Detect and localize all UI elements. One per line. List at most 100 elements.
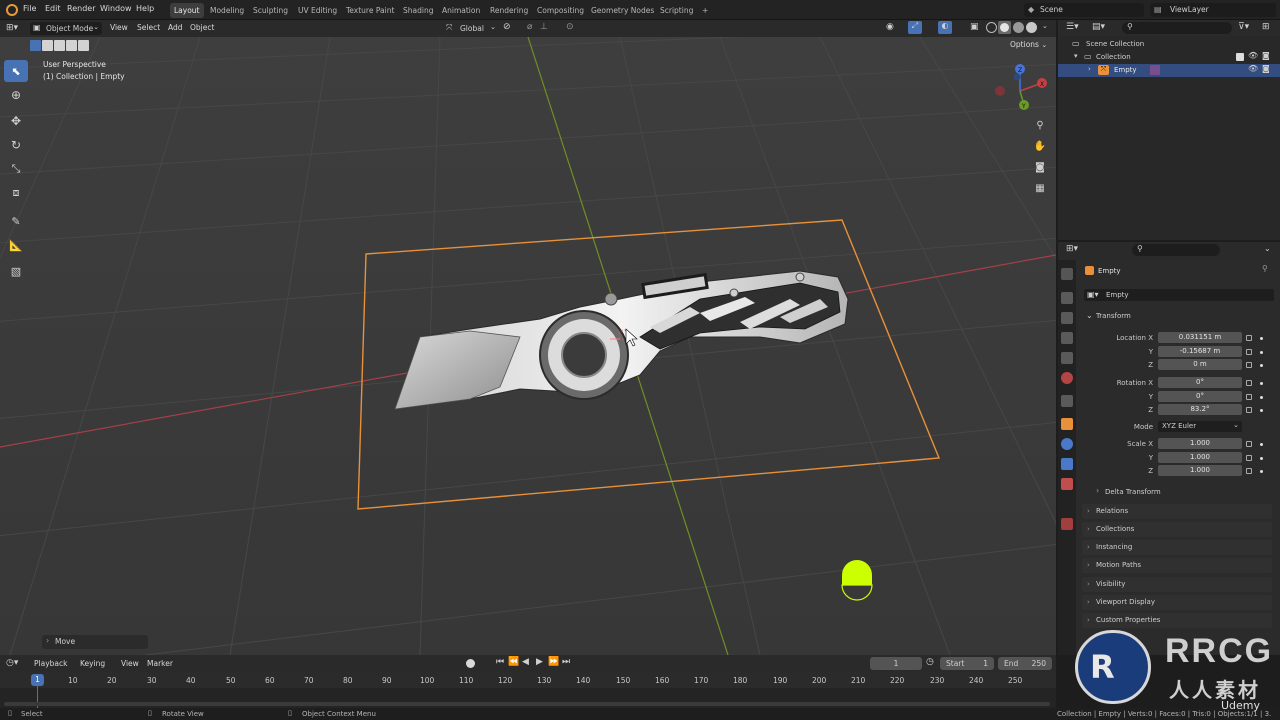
tab-uv-editing[interactable]: UV Editing (294, 3, 341, 18)
playhead[interactable]: 1 (31, 674, 44, 686)
jump-keyframe-back-icon[interactable]: ⏪ (508, 657, 519, 667)
menu-add[interactable]: Add (168, 23, 183, 32)
3d-viewport[interactable]: User Perspective (1) Collection | Empty … (0, 37, 1056, 655)
object-tab-icon[interactable] (1061, 418, 1073, 430)
transform-orientation-dropdown[interactable]: ⤧ Global ⌄ (444, 22, 496, 35)
lock-icon[interactable] (1246, 407, 1252, 413)
end-frame-field[interactable]: End 250 (998, 657, 1052, 670)
pin-icon[interactable]: ⚲ (1262, 264, 1268, 273)
xray-toggle-icon[interactable]: ▣ (970, 22, 979, 32)
texture-tab-icon[interactable] (1061, 518, 1073, 530)
keyframe-dot-icon[interactable] (1260, 470, 1263, 473)
lock-icon[interactable] (1246, 468, 1252, 474)
delta-transform-subpanel[interactable]: › Delta Transform (1092, 486, 1272, 499)
select-invert-icon[interactable] (66, 40, 77, 51)
scene-selector[interactable]: ◆ Scene (1024, 3, 1144, 17)
zoom-icon[interactable]: ⚲ (1031, 116, 1049, 134)
location-x-field[interactable]: 0.031151 m (1158, 332, 1242, 343)
shading-material-icon[interactable] (1013, 22, 1024, 33)
keyframe-dot-icon[interactable] (1260, 396, 1263, 399)
select-extend-icon[interactable] (42, 40, 53, 51)
timeline-area[interactable]: 1 10 20 30 40 50 60 70 80 90 100 110 120… (0, 672, 1056, 708)
menu-object[interactable]: Object (190, 23, 214, 32)
menu-edit[interactable]: Edit (45, 4, 61, 13)
outliner-editor-type-icon[interactable]: ☰▾ (1066, 22, 1079, 32)
keyframe-dot-icon[interactable] (1260, 443, 1263, 446)
pivot-point-icon[interactable]: ⊘ (503, 22, 511, 32)
tab-modeling[interactable]: Modeling (206, 3, 248, 18)
select-intersect-icon[interactable] (78, 40, 89, 51)
chevron-down-icon[interactable]: ⌄ (1042, 22, 1048, 30)
physics-tab-icon[interactable] (1061, 438, 1073, 450)
select-new-icon[interactable] (30, 40, 41, 51)
rotation-x-field[interactable]: 0° (1158, 377, 1242, 388)
motion-paths-panel[interactable]: Motion Paths (1082, 558, 1272, 573)
proportional-edit-icon[interactable]: ⊙ (566, 22, 574, 32)
menu-keying[interactable]: Keying (80, 659, 105, 668)
keyframe-dot-icon[interactable] (1260, 457, 1263, 460)
lock-icon[interactable] (1246, 394, 1252, 400)
location-z-field[interactable]: 0 m (1158, 359, 1242, 370)
play-icon[interactable]: ▶ (536, 657, 543, 667)
output-tab-icon[interactable] (1061, 312, 1073, 324)
outliner-row-empty[interactable]: › ⤧ Empty 👁 ◙ (1058, 64, 1280, 77)
scale-tool-icon[interactable]: ⤡ (4, 158, 28, 180)
rotate-tool-icon[interactable]: ↻ (4, 134, 28, 156)
jump-start-icon[interactable]: ⏮ (496, 657, 504, 667)
menu-render[interactable]: Render (67, 4, 95, 13)
blender-logo-icon[interactable] (6, 4, 18, 16)
keyframe-dot-icon[interactable] (1260, 409, 1263, 412)
lock-icon[interactable] (1246, 441, 1252, 447)
selection-mode-buttons[interactable] (30, 40, 92, 51)
annotate-tool-icon[interactable]: ✎ (4, 210, 28, 232)
rotation-y-field[interactable]: 0° (1158, 391, 1242, 402)
menu-window[interactable]: Window (100, 4, 132, 13)
menu-help[interactable]: Help (136, 4, 154, 13)
tool-tab-icon[interactable] (1061, 268, 1073, 280)
play-reverse-icon[interactable]: ◀ (522, 657, 529, 667)
editor-type-button[interactable]: ⊞▾ (6, 23, 26, 35)
start-frame-field[interactable]: Start 1 (940, 657, 994, 670)
menu-file[interactable]: File (23, 4, 36, 13)
world-tab-icon[interactable] (1061, 372, 1073, 384)
lock-icon[interactable] (1246, 349, 1252, 355)
menu-select[interactable]: Select (137, 23, 160, 32)
scene-tab-icon[interactable] (1061, 352, 1073, 364)
outliner-row-scene-collection[interactable]: ▭ Scene Collection (1058, 38, 1280, 51)
lock-icon[interactable] (1246, 335, 1252, 341)
location-y-field[interactable]: -0.15687 m (1158, 346, 1242, 357)
gizmo-toggle-icon[interactable]: ⤢ (908, 21, 922, 34)
camera-view-icon[interactable]: ◙ (1031, 158, 1049, 176)
keyframe-dot-icon[interactable] (1260, 364, 1263, 367)
shading-rendered-icon[interactable] (1026, 22, 1037, 33)
visibility-icon[interactable]: ◉ (886, 22, 894, 32)
options-button[interactable]: Options ⌄ (1010, 40, 1047, 49)
viewport-display-panel[interactable]: Viewport Display (1082, 595, 1272, 610)
collections-panel[interactable]: Collections (1082, 522, 1272, 537)
tab-rendering[interactable]: Rendering (486, 3, 532, 18)
viewlayer-selector[interactable]: ▤ ViewLayer (1150, 3, 1276, 17)
tab-shading[interactable]: Shading (399, 3, 437, 18)
checkbox-icon[interactable] (1236, 53, 1244, 61)
timeline-scrollbar[interactable] (4, 702, 1050, 706)
lock-icon[interactable] (1246, 362, 1252, 368)
filter-icon[interactable]: ⊽▾ (1238, 22, 1249, 32)
pan-hand-icon[interactable]: ✋ (1031, 137, 1049, 155)
scale-z-field[interactable]: 1.000 (1158, 465, 1242, 476)
add-cube-tool-icon[interactable]: ▧ (4, 260, 28, 282)
transform-tool-icon[interactable]: ⧈ (4, 182, 28, 204)
collection-tab-icon[interactable] (1061, 395, 1073, 407)
clock-icon[interactable]: ◷ (926, 657, 934, 667)
last-operator-panel[interactable]: › Move (42, 635, 148, 649)
transform-panel-header[interactable]: ⌄ Transform (1082, 310, 1272, 324)
rotation-z-field[interactable]: 83.2° (1158, 404, 1242, 415)
keyframe-dot-icon[interactable] (1260, 351, 1263, 354)
constraints-tab-icon[interactable] (1061, 458, 1073, 470)
tab-layout[interactable]: Layout (170, 3, 204, 18)
outliner-search-field[interactable]: ⚲ (1122, 22, 1232, 34)
add-workspace-button[interactable]: + (698, 3, 712, 18)
view-layer-tab-icon[interactable] (1061, 332, 1073, 344)
perspective-toggle-icon[interactable]: ▦ (1031, 179, 1049, 197)
rotation-mode-dropdown[interactable]: XYZ Euler ⌄ (1158, 421, 1242, 432)
timeline-editor-type-icon[interactable]: ◷▾ (6, 658, 18, 668)
